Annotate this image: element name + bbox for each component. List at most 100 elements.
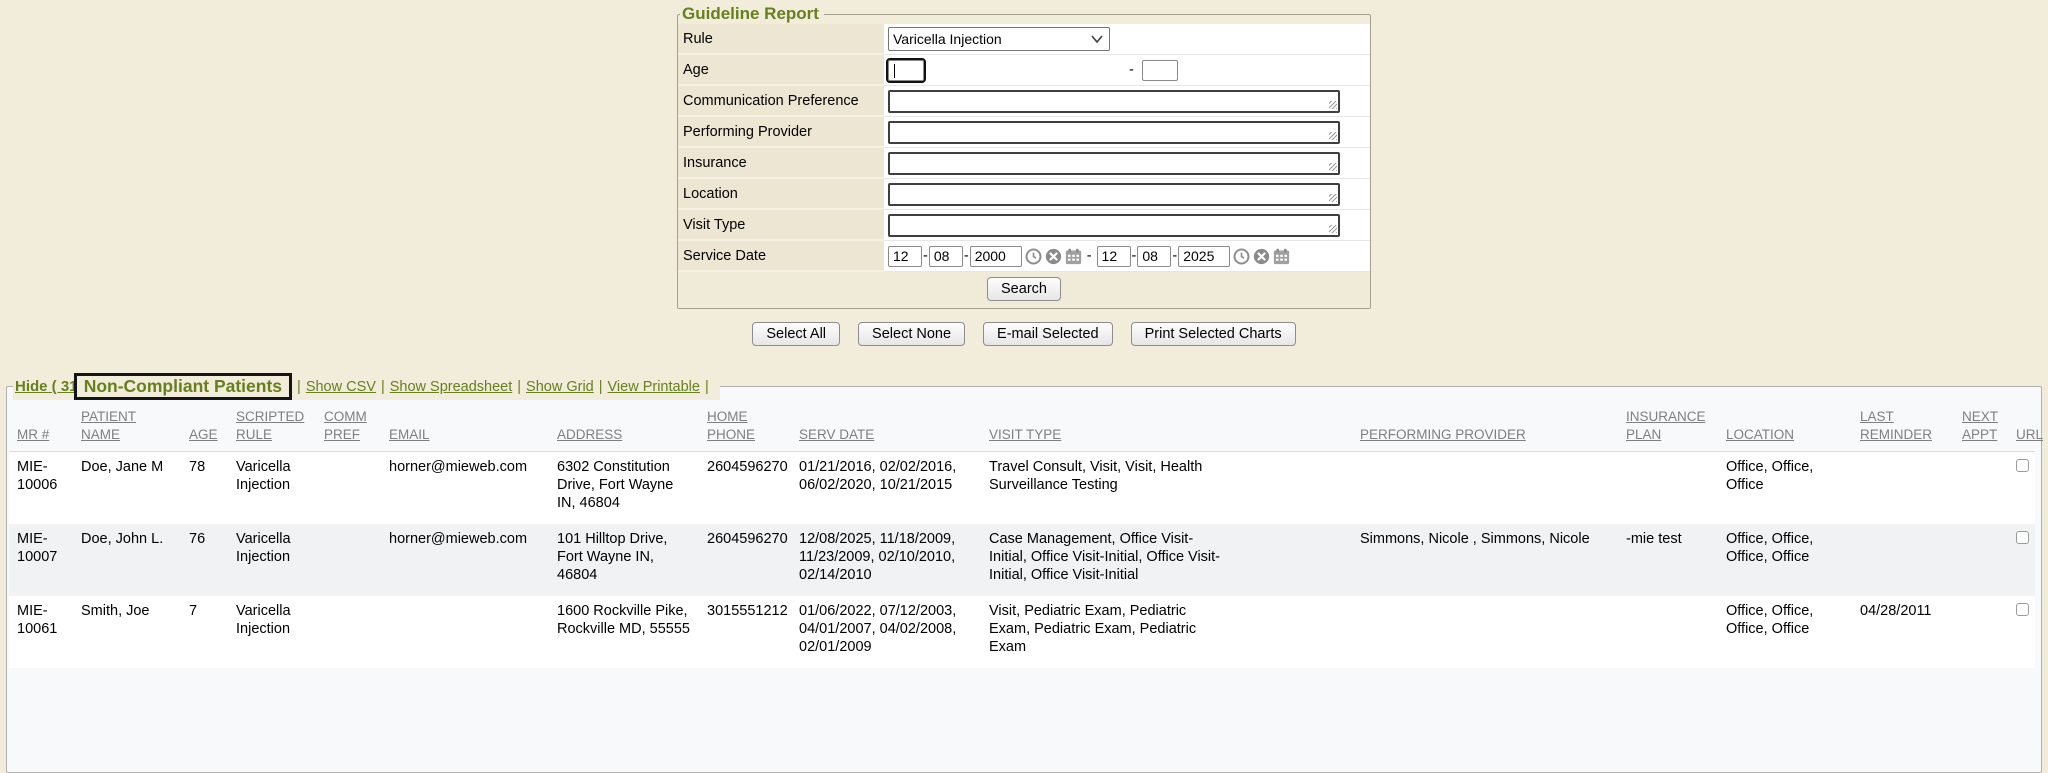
cell-serv-date: 12/08/2025, 11/18/2009, 11/23/2009, 02/1…: [791, 524, 981, 596]
cell-mr: MIE-10061: [9, 596, 73, 668]
service-date-range-separator: -: [1087, 248, 1092, 264]
clock-icon[interactable]: [1233, 248, 1250, 265]
cell-url: [2008, 452, 2035, 524]
resize-grip-icon[interactable]: [1329, 163, 1337, 171]
col-patient-name: PATIENTNAME: [73, 402, 181, 452]
show-spreadsheet-link[interactable]: Show Spreadsheet: [390, 379, 513, 395]
sort-address[interactable]: ADDRESS: [557, 426, 691, 444]
col-serv-date: SERV DATE: [791, 402, 981, 452]
sort-patient-name[interactable]: NAME: [81, 426, 173, 444]
rule-label: Rule: [678, 24, 884, 55]
visit-type-input[interactable]: [888, 214, 1340, 237]
service-date-to-day[interactable]: [1137, 246, 1171, 267]
communication-preference-label: Communication Preference: [678, 86, 884, 117]
sort-comm-pref[interactable]: PREF: [324, 426, 373, 444]
cell-patient-name: Doe, Jane M: [73, 452, 181, 524]
cell-scripted-rule: Varicella Injection: [228, 596, 316, 668]
rule-row: Rule Varicella Injection: [678, 24, 1370, 55]
sort-scripted-rule[interactable]: RULE: [236, 426, 308, 444]
cell-home-phone: 3015551212: [699, 596, 791, 668]
insurance-label: Insurance: [678, 148, 884, 179]
rule-select[interactable]: Varicella Injection: [888, 27, 1110, 51]
sort-last-reminder[interactable]: REMINDER: [1860, 426, 1946, 444]
col-address: ADDRESS: [549, 402, 699, 452]
select-none-button[interactable]: Select None: [858, 322, 965, 346]
sort-performing-provider[interactable]: PERFORMING PROVIDER: [1360, 426, 1610, 444]
cell-last-reminder: [1852, 452, 1954, 524]
col-performing-provider: PERFORMING PROVIDER: [1352, 402, 1618, 452]
sort-mr[interactable]: MR #: [17, 426, 65, 444]
cell-email: horner@mieweb.com: [381, 524, 549, 596]
sort-age[interactable]: AGE: [189, 426, 220, 444]
cell-age: 7: [181, 596, 228, 668]
cell-visit-type: Visit, Pediatric Exam, Pediatric Exam, P…: [981, 596, 1352, 668]
clear-icon[interactable]: [1045, 248, 1062, 265]
service-date-from-year[interactable]: [970, 246, 1022, 267]
location-input[interactable]: [888, 183, 1340, 206]
email-selected-button[interactable]: E-mail Selected: [983, 322, 1113, 346]
service-date-to-year[interactable]: [1178, 246, 1230, 267]
col-visit-type: VISIT TYPE: [981, 402, 1352, 452]
resize-grip-icon[interactable]: [1329, 101, 1337, 109]
clear-icon[interactable]: [1253, 248, 1270, 265]
resize-grip-icon[interactable]: [1329, 132, 1337, 140]
actions-row: Select All Select None E-mail Selected P…: [0, 322, 2048, 346]
age-to-input[interactable]: [1142, 60, 1178, 81]
cell-comm-pref: [316, 524, 381, 596]
service-date-to-month[interactable]: [1097, 246, 1131, 267]
sort-home-phone[interactable]: PHONE: [707, 426, 783, 444]
visit-type-label: Visit Type: [678, 210, 884, 241]
cell-address: 101 Hilltop Drive, Fort Wayne IN, 46804: [549, 524, 699, 596]
sort-email[interactable]: EMAIL: [389, 426, 541, 444]
sort-url[interactable]: URL: [2016, 426, 2027, 444]
cell-address: 6302 Constitution Drive, Fort Wayne IN, …: [549, 452, 699, 524]
cell-home-phone: 2604596270: [699, 452, 791, 524]
sort-insurance-plan[interactable]: PLAN: [1626, 426, 1710, 444]
text-caret: [894, 64, 895, 78]
service-date-label: Service Date: [678, 241, 884, 272]
cell-serv-date: 01/21/2016, 02/02/2016, 06/02/2020, 10/2…: [791, 452, 981, 524]
sort-location[interactable]: LOCATION: [1726, 426, 1844, 444]
col-last-reminder: LASTREMINDER: [1852, 402, 1954, 452]
results-legend: Hide ( 31 ) Non-Compliant Patients | Sho…: [13, 373, 720, 400]
insurance-input[interactable]: [888, 152, 1340, 175]
row-select-checkbox[interactable]: [2016, 603, 2029, 616]
calendar-icon[interactable]: [1065, 248, 1082, 265]
service-date-from-month[interactable]: [888, 246, 922, 267]
performing-provider-input[interactable]: [888, 121, 1340, 144]
guideline-report-panel: Guideline Report Rule Varicella Injectio…: [677, 4, 1371, 309]
cell-location: Office, Office, Office, Office: [1718, 524, 1852, 596]
results-panel: Hide ( 31 ) Non-Compliant Patients | Sho…: [6, 373, 2042, 773]
select-all-button[interactable]: Select All: [752, 322, 840, 346]
cell-performing-provider: [1352, 596, 1618, 668]
cell-location: Office, Office, Office: [1718, 452, 1852, 524]
sort-serv-date[interactable]: SERV DATE: [799, 426, 973, 444]
show-grid-link[interactable]: Show Grid: [526, 379, 594, 395]
search-button[interactable]: Search: [987, 277, 1061, 301]
view-printable-link[interactable]: View Printable: [608, 379, 700, 395]
visit-type-row: Visit Type: [678, 210, 1370, 241]
show-csv-link[interactable]: Show CSV: [306, 379, 376, 395]
sort-visit-type[interactable]: VISIT TYPE: [989, 426, 1344, 444]
clock-icon[interactable]: [1025, 248, 1042, 265]
col-comm-pref: COMMPREF: [316, 402, 381, 452]
service-date-from-day[interactable]: [929, 246, 963, 267]
communication-preference-input[interactable]: [888, 90, 1340, 113]
resize-grip-icon[interactable]: [1329, 225, 1337, 233]
resize-grip-icon[interactable]: [1329, 194, 1337, 202]
cell-email: [381, 596, 549, 668]
print-selected-charts-button[interactable]: Print Selected Charts: [1131, 322, 1296, 346]
row-select-checkbox[interactable]: [2016, 531, 2029, 544]
cell-next-appt: [1954, 596, 2008, 668]
cell-insurance-plan: -mie test: [1618, 524, 1718, 596]
cell-comm-pref: [316, 452, 381, 524]
cell-mr: MIE-10007: [9, 524, 73, 596]
cell-url: [2008, 596, 2035, 668]
cell-scripted-rule: Varicella Injection: [228, 524, 316, 596]
cell-visit-type: Case Management, Office Visit-Initial, O…: [981, 524, 1352, 596]
calendar-icon[interactable]: [1273, 248, 1290, 265]
row-select-checkbox[interactable]: [2016, 459, 2029, 472]
sort-next-appt[interactable]: APPT: [1962, 426, 2000, 444]
cell-patient-name: Doe, John L.: [73, 524, 181, 596]
non-compliant-patients-table: MR # PATIENTNAME AGE SCRIPTEDRULE COMMPR…: [9, 402, 2035, 668]
